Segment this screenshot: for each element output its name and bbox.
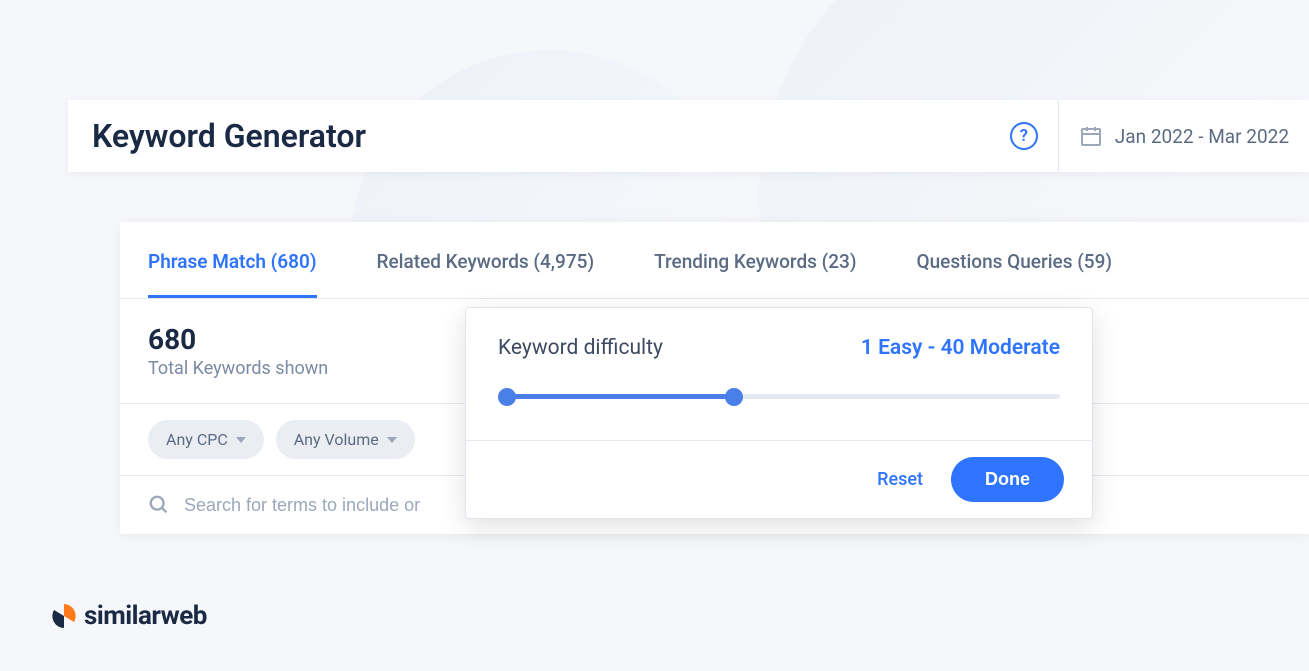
tab-questions-queries[interactable]: Questions Queries (59) — [917, 222, 1113, 298]
page-title: Keyword Generator — [68, 117, 1010, 155]
reset-button[interactable]: Reset — [877, 469, 923, 490]
help-icon[interactable]: ? — [1010, 122, 1038, 150]
chevron-down-icon — [387, 437, 397, 443]
tabs: Phrase Match (680) Related Keywords (4,9… — [120, 222, 1309, 299]
filter-cpc[interactable]: Any CPC — [148, 420, 264, 459]
keyword-difficulty-popover: Keyword difficulty 1 Easy - 40 Moderate … — [465, 307, 1093, 519]
search-input[interactable] — [184, 495, 484, 516]
slider-thumb-max[interactable] — [725, 388, 743, 406]
slider-thumb-min[interactable] — [498, 388, 516, 406]
brand-logo: similarweb — [50, 601, 207, 631]
keyword-difficulty-value: 1 Easy - 40 Moderate — [861, 336, 1060, 360]
filter-volume-label: Any Volume — [294, 430, 379, 449]
filter-volume[interactable]: Any Volume — [276, 420, 415, 459]
header-bar: Keyword Generator ? Jan 2022 - Mar 2022 — [68, 100, 1309, 172]
calendar-icon — [1079, 124, 1103, 148]
slider-fill — [506, 394, 731, 399]
filter-cpc-label: Any CPC — [166, 430, 228, 449]
tab-trending-keywords[interactable]: Trending Keywords (23) — [654, 222, 856, 298]
chevron-down-icon — [236, 437, 246, 443]
keyword-difficulty-label: Keyword difficulty — [498, 336, 663, 360]
search-icon — [148, 494, 170, 516]
date-range-label: Jan 2022 - Mar 2022 — [1115, 125, 1289, 148]
date-picker[interactable]: Jan 2022 - Mar 2022 — [1058, 100, 1309, 172]
done-button[interactable]: Done — [951, 457, 1064, 502]
brand-name: similarweb — [84, 601, 207, 631]
tab-phrase-match[interactable]: Phrase Match (680) — [148, 222, 317, 298]
logo-icon — [50, 602, 78, 630]
tab-related-keywords[interactable]: Related Keywords (4,975) — [377, 222, 595, 298]
keyword-difficulty-slider[interactable] — [498, 388, 1060, 404]
